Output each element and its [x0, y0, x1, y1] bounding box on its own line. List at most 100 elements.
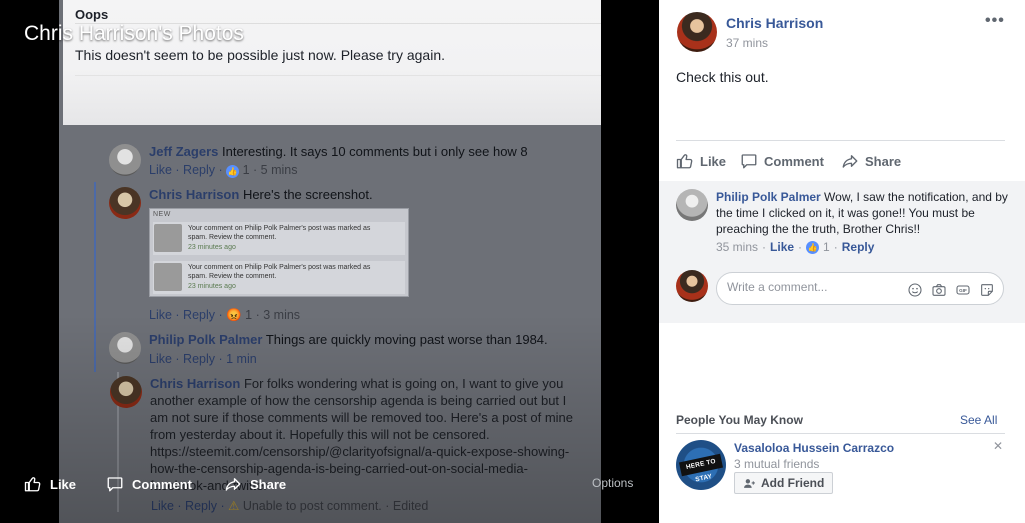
- share-icon: [842, 155, 858, 168]
- comment-input[interactable]: [727, 280, 897, 294]
- close-icon[interactable]: ✕: [993, 439, 1003, 453]
- post-text: Check this out.: [676, 69, 769, 85]
- screenshot-row-line1: Your comment on Philip Polk Palmer's pos…: [188, 264, 371, 271]
- screenshot-row: Your comment on Philip Polk Palmer's pos…: [153, 222, 405, 255]
- emoji-icon[interactable]: [906, 281, 923, 298]
- viewer-comment-button[interactable]: Comment: [106, 472, 192, 496]
- photo-comment-3: Philip Polk Palmer Things are quickly mo…: [149, 332, 548, 347]
- share-icon: [225, 478, 241, 491]
- viewer-like-label: Like: [50, 476, 77, 492]
- write-comment-box[interactable]: GIF: [716, 272, 1004, 305]
- thread-line: [94, 182, 96, 372]
- screenshot-header: NEW: [153, 211, 171, 218]
- viewer-comment-label: Comment: [132, 476, 192, 492]
- screenshot-avatar: [154, 224, 182, 252]
- suggested-friend-avatar[interactable]: HERE TO STAY: [676, 440, 726, 490]
- comment-like-button[interactable]: Like: [770, 240, 794, 254]
- like-reaction-icon: 👍: [806, 240, 820, 254]
- comment-icon: [107, 477, 123, 492]
- commenter-name[interactable]: Philip Polk Palmer: [716, 190, 821, 204]
- photo-comment-4: Chris Harrison For folks wondering what …: [150, 375, 580, 494]
- dialog-title: Oops: [75, 7, 109, 22]
- thumbs-up-icon: [676, 154, 693, 169]
- see-all-link[interactable]: See All: [960, 413, 997, 427]
- photo-comment-1-text: Interesting. It says 10 comments but i o…: [222, 144, 528, 159]
- comment-meta: 35 mins · Like · 👍 1 · Reply: [716, 240, 874, 254]
- user-avatar: [676, 270, 708, 302]
- screenshot-row-time: 23 minutes ago: [188, 283, 236, 290]
- more-icon[interactable]: •••: [985, 12, 1005, 30]
- photo-comment-2-links: Like · Reply ·: [149, 308, 227, 322]
- sticker-icon[interactable]: [978, 281, 995, 298]
- photo-comment-2-name: Chris Harrison: [149, 187, 240, 202]
- screenshot-row-line1: Your comment on Philip Polk Palmer's pos…: [188, 225, 371, 232]
- divider: [676, 433, 1005, 434]
- author-avatar[interactable]: [677, 12, 717, 52]
- add-friend-icon: [744, 478, 755, 488]
- commenter-avatar: [109, 144, 141, 176]
- error-dialog: Oops This doesn't seem to be possible ju…: [63, 0, 601, 125]
- viewer-share-button[interactable]: Share: [224, 472, 286, 496]
- separator: ·: [833, 240, 838, 254]
- comment-time[interactable]: 35 mins: [716, 240, 758, 254]
- warning-icon: ⚠: [228, 499, 240, 513]
- separator: ·: [762, 240, 767, 254]
- commenter-avatar: [110, 376, 142, 408]
- notification-screenshot: NEW Your comment on Philip Polk Palmer's…: [149, 208, 409, 297]
- photo-comment-4-error: Unable to post comment. · Edited: [242, 499, 429, 513]
- photo-comment-1: Jeff Zagers Interesting. It says 10 comm…: [149, 144, 528, 159]
- camera-icon[interactable]: [930, 281, 947, 298]
- add-friend-label: Add Friend: [761, 476, 825, 490]
- photo-comment-2-actions: Like · Reply · 😡 1 · 3 mins: [149, 308, 300, 323]
- comment-like-count[interactable]: 1: [823, 240, 830, 254]
- comment-reply-button[interactable]: Reply: [842, 240, 875, 254]
- svg-text:GIF: GIF: [959, 288, 967, 293]
- gif-icon[interactable]: GIF: [954, 281, 971, 298]
- mutual-friends[interactable]: 3 mutual friends: [734, 457, 819, 471]
- like-button[interactable]: Like: [676, 151, 726, 171]
- viewer-share-label: Share: [250, 476, 287, 492]
- post-panel: Chris Harrison 37 mins ••• Check this ou…: [659, 0, 1025, 523]
- viewer-title: Chris Harrison's Photos: [24, 22, 244, 45]
- photo-comment-1-actions: Like · Reply · 👍 1 · 5 mins: [149, 163, 297, 178]
- photo-comment-2-text: Here's the screenshot.: [242, 187, 373, 202]
- viewer-options-button[interactable]: Options: [592, 476, 633, 490]
- photo-viewer: Jeff Zagers Interesting. It says 10 comm…: [0, 0, 659, 523]
- screenshot-avatar: [154, 263, 182, 291]
- dialog-message: This doesn't seem to be possible just no…: [75, 47, 445, 63]
- viewer-like-button[interactable]: Like: [24, 472, 76, 496]
- photo-comment-3-text: Things are quickly moving past worse tha…: [265, 332, 548, 347]
- avatar-badge-text: HERE TO STAY: [679, 453, 723, 483]
- photo-comment-3-actions: Like · Reply · 1 min: [149, 352, 257, 366]
- post-timestamp[interactable]: 37 mins: [726, 36, 768, 50]
- photo-comment-3-name: Philip Polk Palmer: [149, 332, 263, 347]
- commenter-avatar: [109, 187, 141, 219]
- pymk-title: People You May Know: [676, 413, 803, 427]
- commenter-avatar[interactable]: [676, 189, 708, 221]
- photo-comment-1-links: Like · Reply ·: [149, 163, 227, 177]
- comment: Philip Polk Palmer Wow, I saw the notifi…: [716, 189, 1012, 237]
- photo-comment-4-name: Chris Harrison: [150, 376, 241, 391]
- comment-button[interactable]: Comment: [740, 151, 824, 171]
- angry-reaction-icon: 😡: [226, 308, 242, 322]
- photo-comment-4-actions: Like · Reply · ⚠ Unable to post comment.…: [151, 498, 428, 513]
- comment-label: Comment: [764, 153, 824, 169]
- comment-icon: [741, 154, 757, 169]
- suggested-friend-name[interactable]: Vasaloloa Hussein Carrazco: [734, 441, 894, 455]
- photo-comment-4-links: Like · Reply ·: [151, 499, 229, 513]
- screenshot-row-line2: spam. Review the comment.: [188, 234, 277, 241]
- photo-comment-2: Chris Harrison Here's the screenshot.: [149, 187, 373, 202]
- share-button[interactable]: Share: [841, 151, 901, 171]
- screenshot-row-line2: spam. Review the comment.: [188, 273, 277, 280]
- photo-comment-2-reactions: 1 · 3 mins: [245, 308, 301, 322]
- photo-comment-1-name: Jeff Zagers: [149, 144, 219, 159]
- photo-comment-4-text: For folks wondering what is going on, I …: [150, 376, 574, 493]
- screenshot-row: Your comment on Philip Polk Palmer's pos…: [153, 261, 405, 294]
- share-label: Share: [865, 153, 902, 169]
- screenshot-row-time: 23 minutes ago: [188, 244, 236, 251]
- composer-icons: GIF: [906, 281, 995, 298]
- dialog-divider: [75, 75, 601, 76]
- author-name[interactable]: Chris Harrison: [726, 15, 823, 31]
- commenter-avatar: [109, 332, 141, 364]
- add-friend-button[interactable]: Add Friend: [734, 472, 834, 494]
